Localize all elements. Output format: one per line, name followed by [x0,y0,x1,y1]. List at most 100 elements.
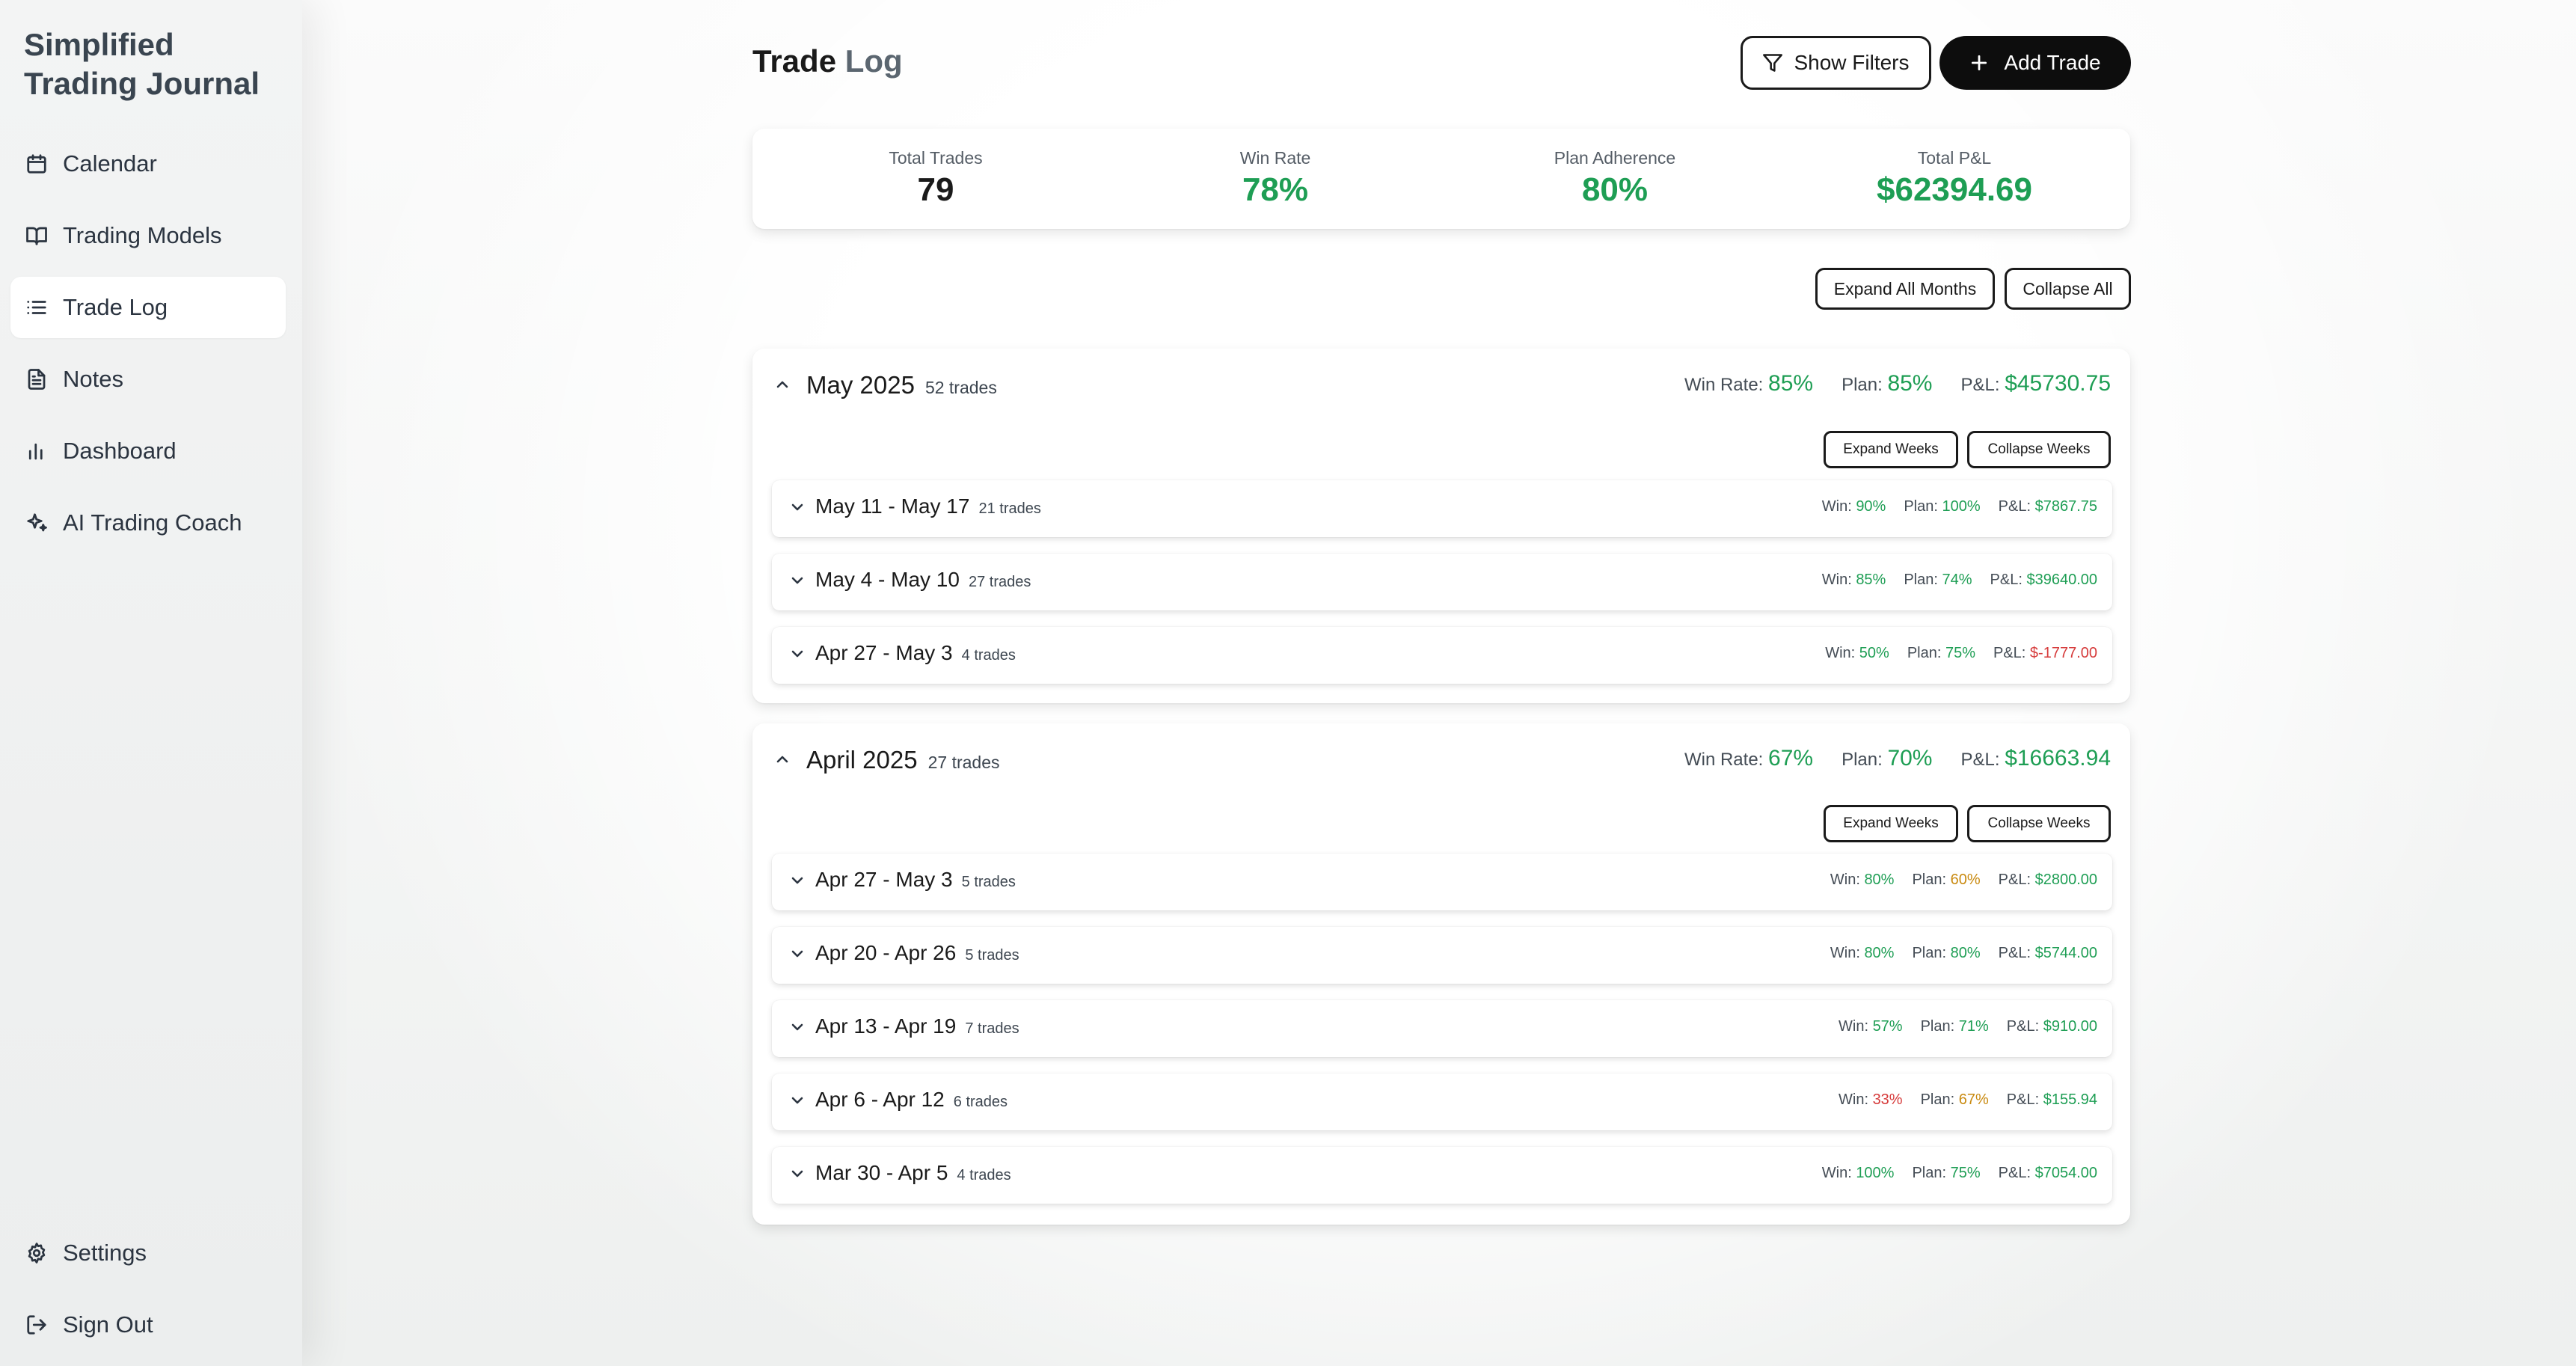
week-trade-count: 5 trades [965,947,1019,964]
win-value: 100% [1856,1165,1895,1181]
chevron-down-icon[interactable] [788,1091,806,1113]
sidebar-item-trade-log[interactable]: Trade Log [10,277,286,338]
expand-weeks-button[interactable]: Expand Weeks [1824,805,1958,842]
win-value: 80% [1864,945,1895,961]
week-trade-count: 7 trades [965,1020,1019,1037]
pnl-label: P&L: [1990,572,2023,588]
bar-chart-icon [24,438,49,464]
sidebar-item-label: Dashboard [63,438,177,464]
pnl-label: P&L: [2006,1091,2040,1108]
win-label: Win: [1821,498,1852,515]
month-group-april-2025: April 2025 27 trades Win Rate: 67% Plan: 7… [752,723,2130,1225]
plan-label: Plan: [1907,645,1942,661]
week-stats: Win: 80% Plan: 80% P&L: $5744.00 [1830,945,2097,962]
week-stats: Win: 90% Plan: 100% P&L: $7867.75 [1822,498,2097,515]
sidebar-item-settings[interactable]: Settings [10,1222,286,1284]
week-range: May 4 - May 10 [815,568,960,591]
win-label: Win: [1821,1165,1852,1181]
chevron-down-icon[interactable] [788,498,806,520]
week-row[interactable]: Apr 27 - May 3 5 trades Win: 80% Plan: 60%… [772,854,2112,910]
sidebar-item-label: Trading Models [63,222,222,248]
expand-all-months-button[interactable]: Expand All Months [1815,268,1995,310]
plan-label: Plan: [1920,1091,1955,1108]
week-trade-count: 5 trades [961,874,1016,890]
week-trade-count: 4 trades [961,647,1016,664]
win-label: Win: [1821,572,1852,588]
plan-value: 67% [1958,1091,1989,1108]
win-value: 50% [1859,645,1889,661]
win-label: Win: [1830,945,1860,961]
week-stats: Win: 50% Plan: 75% P&L: $-1777.00 [1825,645,2097,662]
week-title: Apr 13 - Apr 19 7 trades [815,1014,1019,1038]
plan-value: 75% [1950,1165,1981,1181]
week-row[interactable]: May 11 - May 17 21 trades Win: 90% Plan: 1… [772,480,2112,537]
plan-value: 100% [1942,498,1981,515]
month-stats: Win Rate: 67% Plan: 70% P&L: $16663.94 [1684,746,2111,771]
week-range: Apr 27 - May 3 [815,868,953,891]
week-stats: Win: 33% Plan: 67% P&L: $155.94 [1839,1091,2097,1109]
plan-value: 74% [1942,572,1972,588]
week-row[interactable]: Apr 13 - Apr 19 7 trades Win: 57% Plan: 71… [772,1000,2112,1057]
week-title: Apr 27 - May 3 5 trades [815,868,1016,892]
collapse-all-button[interactable]: Collapse All [2005,268,2131,310]
stat-total-pnl: Total P&L $62394.69 [1782,129,2126,209]
pnl-value: $5744.00 [2034,945,2097,961]
week-trade-count: 4 trades [957,1167,1011,1183]
chevron-down-icon[interactable] [788,872,806,893]
month-name: May 2025 [806,371,915,399]
chevron-down-icon[interactable] [788,572,806,593]
week-title: May 4 - May 10 27 trades [815,568,1031,592]
sidebar: Simplified Trading Journal Calendar Trad… [0,0,302,1366]
stat-win-rate: Win Rate 78% [1103,129,1447,209]
week-stats: Win: 80% Plan: 60% P&L: $2800.00 [1830,872,2097,889]
week-title: Mar 30 - Apr 5 4 trades [815,1161,1011,1185]
collapse-weeks-button[interactable]: Collapse Weeks [1967,805,2111,842]
week-title: May 11 - May 17 21 trades [815,494,1041,518]
week-stats: Win: 57% Plan: 71% P&L: $910.00 [1839,1018,2097,1035]
filter-icon [1762,52,1783,73]
month-header[interactable]: May 2025 52 trades Win Rate: 85% Plan: 85%… [752,349,2130,423]
chevron-down-icon[interactable] [788,1165,806,1186]
week-row[interactable]: Apr 20 - Apr 26 5 trades Win: 80% Plan: 80… [772,927,2112,984]
stat-label: Win Rate [1239,148,1311,168]
plan-value: 71% [1958,1018,1989,1035]
week-row[interactable]: Mar 30 - Apr 5 4 trades Win: 100% Plan: 75… [772,1147,2112,1204]
month-header[interactable]: April 2025 27 trades Win Rate: 67% Plan: 7… [752,723,2130,798]
win-label: Win: [1839,1018,1868,1035]
month-title: April 2025 27 trades [806,746,1000,774]
chevron-up-icon[interactable] [773,750,791,772]
month-name: April 2025 [806,746,918,774]
chevron-down-icon[interactable] [788,645,806,667]
plan-label: Plan: [1912,872,1947,888]
sidebar-item-dashboard[interactable]: Dashboard [10,420,286,482]
sidebar-item-ai-trading-coach[interactable]: AI Trading Coach [10,492,286,554]
sidebar-item-trading-models[interactable]: Trading Models [10,205,286,266]
calendar-icon [24,151,49,177]
sidebar-item-notes[interactable]: Notes [10,349,286,410]
win-value: 85% [1856,572,1886,588]
collapse-weeks-button[interactable]: Collapse Weeks [1967,431,2111,468]
sidebar-item-sign-out[interactable]: Sign Out [10,1294,286,1356]
stat-value: 79 [917,171,954,208]
show-filters-button[interactable]: Show Filters [1741,36,1931,90]
plan-value: 85% [1887,371,1933,396]
week-row[interactable]: Apr 27 - May 3 4 trades Win: 50% Plan: 75%… [772,627,2112,684]
pnl-value: $7867.75 [2034,498,2097,515]
week-row[interactable]: Apr 6 - Apr 12 6 trades Win: 33% Plan: 67%… [772,1073,2112,1130]
week-title: Apr 20 - Apr 26 5 trades [815,941,1019,965]
sign-out-icon [24,1312,49,1338]
chevron-up-icon[interactable] [773,376,791,397]
week-range: Apr 6 - Apr 12 [815,1088,945,1111]
plan-value: 60% [1950,872,1981,888]
sidebar-item-calendar[interactable]: Calendar [10,133,286,195]
week-row[interactable]: May 4 - May 10 27 trades Win: 85% Plan: 74… [772,554,2112,610]
add-trade-button[interactable]: Add Trade [1939,36,2131,90]
chevron-down-icon[interactable] [788,1018,806,1040]
sidebar-item-label: AI Trading Coach [63,509,242,536]
week-trade-count: 21 trades [978,500,1041,517]
plan-label: Plan: [1912,945,1947,961]
show-filters-label: Show Filters [1794,51,1910,74]
expand-weeks-button[interactable]: Expand Weeks [1824,431,1958,468]
chevron-down-icon[interactable] [788,945,806,967]
stat-label: Total P&L [1917,148,1992,168]
